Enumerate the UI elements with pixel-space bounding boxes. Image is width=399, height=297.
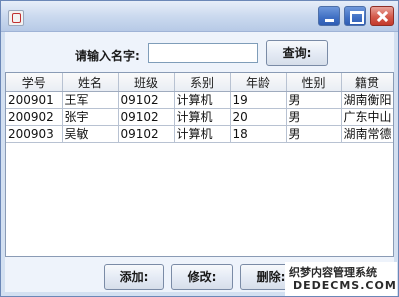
table-cell[interactable]: 200902 [6,108,63,126]
minimize-button[interactable] [318,6,340,26]
java-app-icon [8,10,24,26]
table-cell[interactable]: 计算机 [174,91,231,109]
table-row[interactable]: 200902 张宇 09102 计算机 20 男广东中山 [6,108,393,126]
watermark-url: DEDECMS.COM [293,279,397,292]
table-cell[interactable]: 张宇 [62,108,119,126]
name-search-input[interactable] [148,43,258,63]
table-cell[interactable]: 200901 [6,91,63,109]
table-cell[interactable]: 湖南常德 [341,125,393,143]
table-cell[interactable]: 男 [286,108,342,126]
table-cell[interactable]: 18 [230,125,287,143]
table-cell[interactable]: 男 [286,125,342,143]
table-cell[interactable]: 09102 [118,108,175,126]
table-cell[interactable]: 广东中山 [341,108,393,126]
table-cell[interactable]: 计算机 [174,108,231,126]
maximize-button[interactable] [344,6,366,26]
table-cell[interactable]: 20 [230,108,287,126]
column-header[interactable]: 籍贯 [341,73,393,92]
title-bar[interactable] [1,1,398,32]
table-cell[interactable]: 19 [230,91,287,109]
table-row[interactable]: 200903 吴敏 09102 计算机 18 男湖南常德 [6,125,393,143]
query-button[interactable]: 查询: [266,40,328,66]
table-cell[interactable]: 200903 [6,125,63,143]
table-cell[interactable]: 09102 [118,91,175,109]
close-button[interactable] [370,6,394,26]
column-header[interactable]: 学号 [6,73,63,92]
site-watermark: 织梦内容管理系统 DEDECMS.COM [285,262,397,296]
table-body: 200901 王军 09102 计算机 19 男湖南衡阳 200902 张宇 09102 计算机 2… [6,91,393,143]
column-header[interactable]: 班级 [118,73,175,92]
search-label: 请输入名字: [75,49,140,63]
add-button[interactable]: 添加: [104,264,164,290]
table-row[interactable]: 200901 王军 09102 计算机 19 男湖南衡阳 [6,91,393,109]
table-cell[interactable]: 湖南衡阳 [341,91,393,109]
column-header[interactable]: 年龄 [230,73,287,92]
main-panel: 请输入名字: 查询: 学号 姓名 班级 系别 年龄 性别 籍贯 200901 王军 09102 计… [5,32,394,292]
table-cell[interactable]: 09102 [118,125,175,143]
column-header[interactable]: 性别 [286,73,342,92]
watermark-text: 织梦内容管理系统 [289,266,377,279]
column-header[interactable]: 系别 [174,73,231,92]
app-window: 请输入名字: 查询: 学号 姓名 班级 系别 年龄 性别 籍贯 200901 王军 09102 计… [0,0,399,297]
table-header-row: 学号 姓名 班级 系别 年龄 性别 籍贯 [6,73,393,92]
table-cell[interactable]: 计算机 [174,125,231,143]
edit-button[interactable]: 修改: [171,264,233,290]
table-cell[interactable]: 王军 [62,91,119,109]
table-cell[interactable]: 吴敏 [62,125,119,143]
table-cell[interactable]: 男 [286,91,342,109]
student-table[interactable]: 学号 姓名 班级 系别 年龄 性别 籍贯 200901 王军 09102 计算机 19 男湖南衡阳 20… [5,72,394,257]
column-header[interactable]: 姓名 [62,73,119,92]
